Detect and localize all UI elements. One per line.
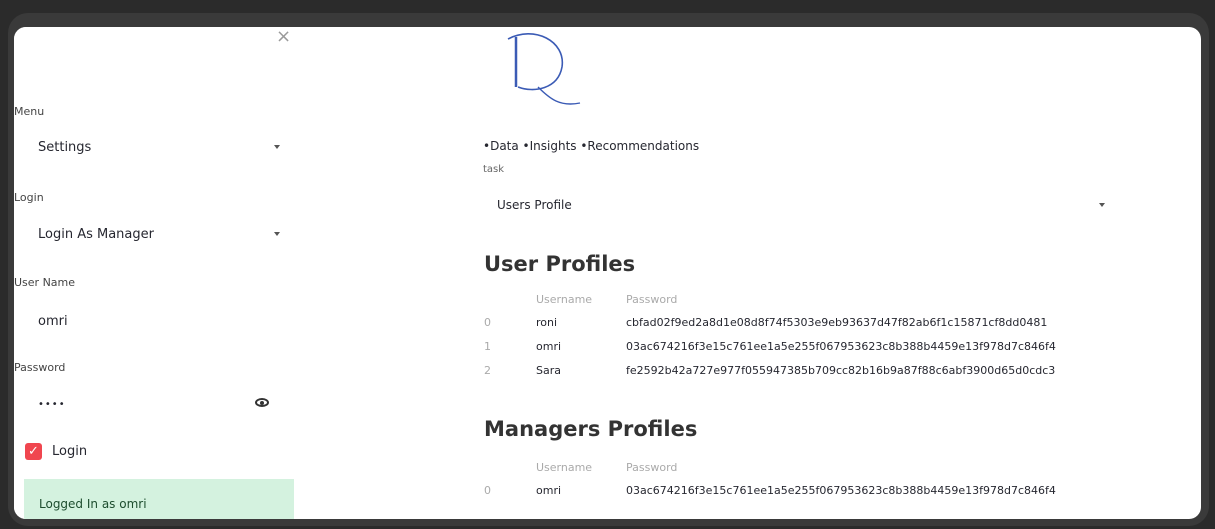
task-select[interactable]: Users Profile	[483, 187, 1113, 223]
success-alert: Logged In as omri	[24, 479, 294, 519]
managers-profiles-table: Username Password 0 omri 03ac674216f3e15…	[484, 456, 1056, 502]
row-username: omri	[536, 339, 562, 353]
row-username: roni	[536, 315, 558, 329]
row-password: 03ac674216f3e15c761ee1a5e255f067953623c8…	[626, 483, 1056, 497]
menu-select-value: Settings	[38, 139, 92, 155]
logo-icon	[507, 33, 581, 105]
table-row: 0 omri 03ac674216f3e15c761ee1a5e255f0679…	[484, 478, 1056, 502]
row-index: 0	[484, 315, 491, 329]
eye-icon[interactable]	[255, 398, 269, 407]
password-input[interactable]: ••••	[26, 386, 282, 422]
login-select[interactable]: Login As Manager	[26, 216, 282, 252]
menu-label: Menu	[14, 105, 45, 118]
table-row: 2 Sara fe2592b42a727e977f055947385b709cc…	[484, 358, 1056, 382]
login-checkbox-label: Login	[52, 444, 88, 459]
column-header-password: Password	[626, 292, 678, 306]
table-row: 0 roni cbfad02f9ed2a8d1e08d8f74f5303e9eb…	[484, 310, 1056, 334]
row-index: 1	[484, 339, 491, 353]
table-header-row: Username Password	[484, 288, 1056, 310]
column-header-index	[484, 288, 536, 310]
username-label: User Name	[14, 276, 76, 289]
column-header-password: Password	[626, 460, 678, 474]
row-password: cbfad02f9ed2a8d1e08d8f74f5303e9eb93637d4…	[626, 315, 1048, 329]
user-profiles-table: Username Password 0 roni cbfad02f9ed2a8d…	[484, 288, 1056, 382]
login-select-value: Login As Manager	[38, 226, 154, 242]
row-password: fe2592b42a727e977f055947385b709cc82b16b9…	[626, 363, 1056, 377]
row-username: Sara	[536, 363, 561, 377]
chevron-down-icon	[274, 145, 280, 149]
checkbox-checked-icon[interactable]: ✓	[25, 443, 42, 460]
task-select-value: Users Profile	[497, 198, 572, 212]
table-header-row: Username Password	[484, 456, 1056, 478]
user-profiles-title: User Profiles	[484, 252, 636, 276]
chevron-down-icon	[274, 232, 280, 236]
row-index: 0	[484, 483, 491, 497]
chevron-down-icon	[1099, 203, 1105, 207]
sidebar: × Menu Settings Login Login As Manager U…	[14, 27, 314, 519]
managers-profiles-title: Managers Profiles	[484, 417, 698, 441]
table-row: 1 omri 03ac674216f3e15c761ee1a5e255f0679…	[484, 334, 1056, 358]
main-content: •Data •Insights •Recommendations task Us…	[314, 27, 1201, 519]
login-checkbox[interactable]: ✓ Login	[25, 443, 87, 460]
row-password: 03ac674216f3e15c761ee1a5e255f067953623c8…	[626, 339, 1056, 353]
tagline: •Data •Insights •Recommendations	[483, 139, 700, 153]
login-label: Login	[14, 191, 44, 204]
column-header-username: Username	[536, 460, 593, 474]
close-icon[interactable]: ×	[276, 27, 291, 47]
menu-select[interactable]: Settings	[26, 129, 282, 165]
column-header-index	[484, 456, 536, 478]
success-message: Logged In as omri	[39, 497, 147, 511]
app-window: × Menu Settings Login Login As Manager U…	[14, 27, 1201, 519]
task-label: task	[483, 164, 505, 175]
username-input[interactable]: omri	[26, 303, 282, 339]
row-username: omri	[536, 483, 562, 497]
password-label: Password	[14, 361, 66, 374]
column-header-username: Username	[536, 292, 593, 306]
row-index: 2	[484, 363, 491, 377]
